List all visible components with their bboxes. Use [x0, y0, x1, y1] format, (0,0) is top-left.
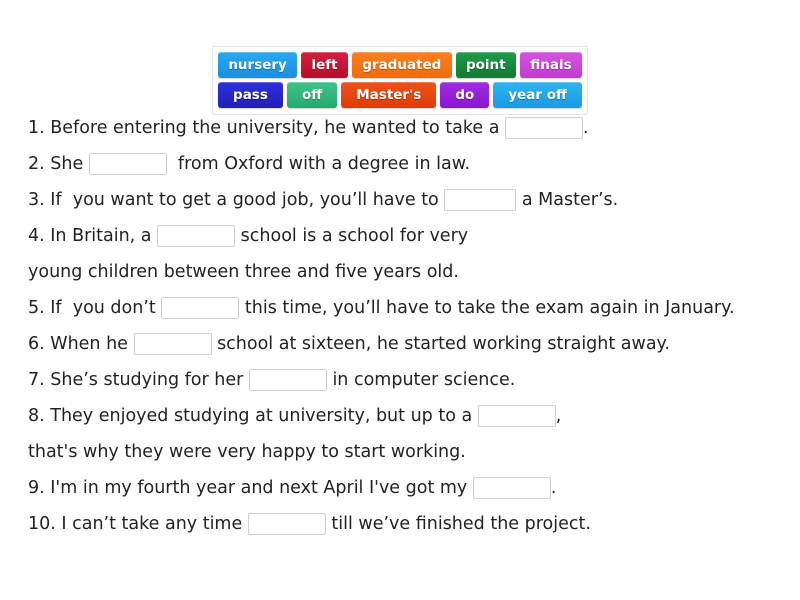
word-tile-graduated[interactable]: graduated: [351, 52, 452, 78]
sentence-5-blank[interactable]: [161, 297, 240, 319]
sentence-4-blank[interactable]: [157, 225, 236, 247]
sentence-6: 6. When he school at sixteen, he started…: [28, 326, 788, 362]
word-bank-row-1: nursery left graduated point finals: [218, 52, 582, 78]
sentence-10-text-before: 10. I can’t take any time: [28, 514, 248, 534]
sentence-7-text-before: 7. She’s studying for her: [28, 370, 249, 390]
sentence-6-blank[interactable]: [133, 333, 212, 355]
sentence-2-blank[interactable]: [88, 153, 167, 175]
sentence-6-text-after: school at sixteen, he started working st…: [211, 334, 670, 354]
sentence-8-blank[interactable]: [477, 405, 556, 427]
word-tile-do[interactable]: do: [440, 82, 490, 108]
sentence-3: 3. If you want to get a good job, you’ll…: [28, 182, 788, 218]
sentence-6-text-before: 6. When he: [28, 334, 134, 354]
word-tile-left[interactable]: left: [301, 52, 348, 78]
sentence-7-blank[interactable]: [248, 369, 327, 391]
sentence-9: 9. I'm in my fourth year and next April …: [28, 470, 788, 506]
sentence-8: 8. They enjoyed studying at university, …: [28, 398, 788, 434]
sentence-1-text-after: .: [583, 118, 589, 138]
word-tile-point[interactable]: point: [455, 52, 516, 78]
sentence-8-continuation: that's why they were very happy to start…: [28, 434, 788, 470]
sentence-1-blank[interactable]: [505, 117, 584, 139]
sentence-10-blank[interactable]: [247, 513, 326, 535]
word-tile-year-off[interactable]: year off: [493, 82, 582, 108]
sentence-4-continuation-text: young children between three and five ye…: [28, 262, 459, 282]
sentence-4-text-after: school is a school for very: [235, 226, 469, 246]
sentence-4-continuation: young children between three and five ye…: [28, 254, 788, 290]
sentence-5: 5. If you don’t this time, you’ll have t…: [28, 290, 788, 326]
sentence-3-text-after: a Master’s.: [516, 190, 619, 210]
sentence-10: 10. I can’t take any time till we’ve fin…: [28, 506, 788, 542]
sentence-2-text-after: from Oxford with a degree in law.: [166, 154, 471, 174]
sentence-8-continuation-text: that's why they were very happy to start…: [28, 442, 466, 462]
word-tile-nursery[interactable]: nursery: [218, 52, 298, 78]
sentence-10-text-after: till we’ve finished the project.: [325, 514, 591, 534]
sentence-3-text-before: 3. If you want to get a good job, you’ll…: [28, 190, 445, 210]
sentence-9-blank[interactable]: [472, 477, 551, 499]
word-tile-off[interactable]: off: [286, 82, 338, 108]
sentence-5-text-before: 5. If you don’t: [28, 298, 162, 318]
word-tile-finals[interactable]: finals: [519, 52, 582, 78]
sentence-4: 4. In Britain, a school is a school for …: [28, 218, 788, 254]
sentence-9-text-before: 9. I'm in my fourth year and next April …: [28, 478, 473, 498]
sentence-3-blank[interactable]: [444, 189, 517, 211]
sentence-8-text-before: 8. They enjoyed studying at university, …: [28, 406, 478, 426]
sentence-7-text-after: in computer science.: [326, 370, 516, 390]
sentence-5-text-after: this time, you’ll have to take the exam …: [239, 298, 735, 318]
sentence-4-text-before: 4. In Britain, a: [28, 226, 158, 246]
word-bank-row-2: pass off Master's do year off: [218, 82, 582, 108]
sentence-9-text-after: .: [550, 478, 557, 498]
sentence-list: 1. Before entering the university, he wa…: [28, 110, 788, 542]
sentence-2-text-before: 2. She: [28, 154, 89, 174]
sentence-2: 2. She from Oxford with a degree in law.: [28, 146, 788, 182]
sentence-1-text-before: 1. Before entering the university, he wa…: [28, 118, 506, 138]
sentence-1: 1. Before entering the university, he wa…: [28, 110, 788, 146]
word-bank: nursery left graduated point finals pass…: [212, 46, 588, 115]
sentence-7: 7. She’s studying for her in computer sc…: [28, 362, 788, 398]
sentence-8-text-after: ,: [555, 406, 562, 426]
word-tile-pass[interactable]: pass: [218, 82, 283, 108]
word-tile-masters[interactable]: Master's: [341, 82, 437, 108]
